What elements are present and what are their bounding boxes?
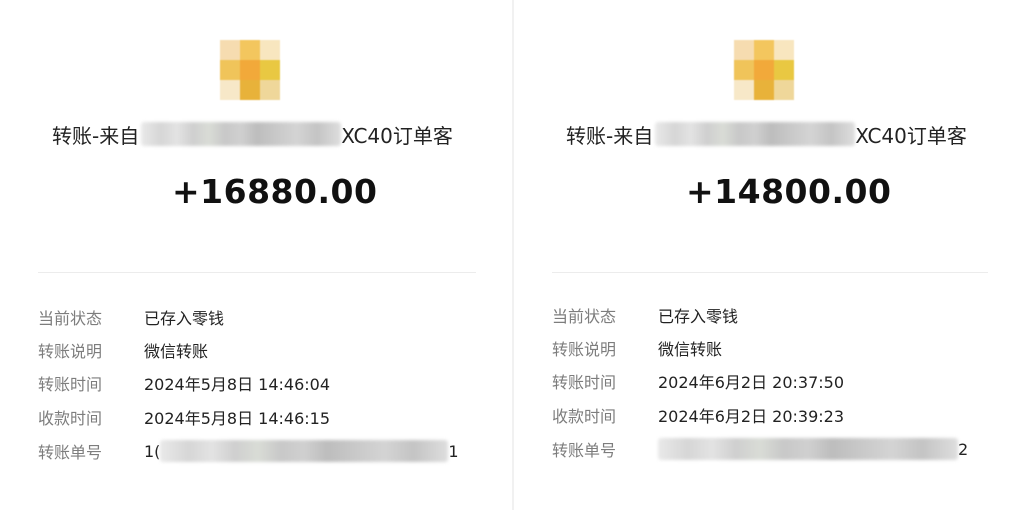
transfer-time-row: 转账时间 2024年5月8日 14:46:04 — [38, 371, 330, 395]
order-number-label: 转账单号 — [38, 443, 103, 462]
avatar-pixel — [220, 40, 240, 60]
avatar-pixel — [754, 40, 774, 60]
status-row: 当前状态 已存入零钱 — [552, 303, 738, 327]
redacted-sender-name — [655, 122, 856, 146]
order-number-end: 2 — [958, 439, 969, 459]
avatar-pixel — [774, 80, 794, 100]
receive-time-label: 收款时间 — [552, 407, 617, 426]
transfer-title-prefix: 转账-来自 — [566, 123, 654, 148]
transfer-title-prefix: 转账-来自 — [52, 123, 140, 148]
description-value: 微信转账 — [658, 340, 723, 359]
divider — [552, 272, 988, 273]
transfer-title-suffix: XC40订单客 — [855, 123, 967, 148]
avatar-pixel — [734, 80, 754, 100]
receive-time-label: 收款时间 — [38, 409, 103, 428]
transfer-time-label: 转账时间 — [552, 373, 617, 392]
order-number-row: 转账单号 2 — [552, 437, 968, 461]
avatar-pixel — [734, 40, 754, 60]
transfer-title: 转账-来自 XC40订单客 — [566, 120, 967, 148]
avatar-pixel — [734, 60, 754, 80]
description-value: 微信转账 — [144, 342, 209, 361]
transfer-title-suffix: XC40订单客 — [341, 123, 453, 148]
transfer-amount: +16880.00 — [172, 172, 378, 211]
sender-avatar — [220, 40, 280, 100]
status-value: 已存入零钱 — [658, 307, 739, 326]
transfer-time-label: 转账时间 — [38, 375, 103, 394]
avatar-pixel — [260, 60, 280, 80]
avatar-pixel — [240, 40, 260, 60]
redacted-sender-name — [141, 122, 342, 146]
transfer-receipt-left: 转账-来自 XC40订单客 +16880.00 当前状态 已存入零钱 转账说明 … — [0, 0, 512, 510]
transfer-title: 转账-来自 XC40订单客 — [52, 120, 453, 148]
avatar-pixel — [754, 80, 774, 100]
order-number-row: 转账单号 1( 1 — [38, 439, 459, 463]
order-number-start: 1( — [144, 441, 161, 461]
avatar-pixel — [220, 80, 240, 100]
status-row: 当前状态 已存入零钱 — [38, 305, 224, 329]
avatar-pixel — [774, 40, 794, 60]
avatar-pixel — [240, 80, 260, 100]
avatar-pixel — [774, 60, 794, 80]
description-label: 转账说明 — [552, 340, 617, 359]
order-number-label: 转账单号 — [552, 441, 617, 460]
avatar-pixel — [240, 60, 260, 80]
order-number-value: 2 — [658, 438, 968, 460]
receive-time-row: 收款时间 2024年6月2日 20:39:23 — [552, 403, 844, 427]
sender-avatar — [734, 40, 794, 100]
order-number-end: 1 — [448, 441, 459, 461]
description-row: 转账说明 微信转账 — [38, 338, 208, 362]
avatar-pixel — [754, 60, 774, 80]
redacted-order-number — [658, 438, 958, 460]
receive-time-value: 2024年5月8日 14:46:15 — [144, 409, 331, 428]
status-label: 当前状态 — [552, 307, 617, 326]
redacted-order-number — [160, 440, 449, 462]
status-value: 已存入零钱 — [144, 309, 225, 328]
avatar-pixel — [260, 80, 280, 100]
transfer-receipt-right: 转账-来自 XC40订单客 +14800.00 当前状态 已存入零钱 转账说明 … — [514, 0, 1024, 510]
receive-time-row: 收款时间 2024年5月8日 14:46:15 — [38, 405, 330, 429]
order-number-value: 1( 1 — [144, 440, 459, 462]
avatar-pixel — [220, 60, 240, 80]
transfer-time-row: 转账时间 2024年6月2日 20:37:50 — [552, 369, 844, 393]
transfer-time-value: 2024年5月8日 14:46:04 — [144, 375, 331, 394]
receive-time-value: 2024年6月2日 20:39:23 — [658, 407, 845, 426]
transfer-amount: +14800.00 — [686, 172, 892, 211]
avatar-pixel — [260, 40, 280, 60]
divider — [38, 272, 476, 273]
status-label: 当前状态 — [38, 309, 103, 328]
description-label: 转账说明 — [38, 342, 103, 361]
transfer-time-value: 2024年6月2日 20:37:50 — [658, 373, 845, 392]
description-row: 转账说明 微信转账 — [552, 336, 722, 360]
